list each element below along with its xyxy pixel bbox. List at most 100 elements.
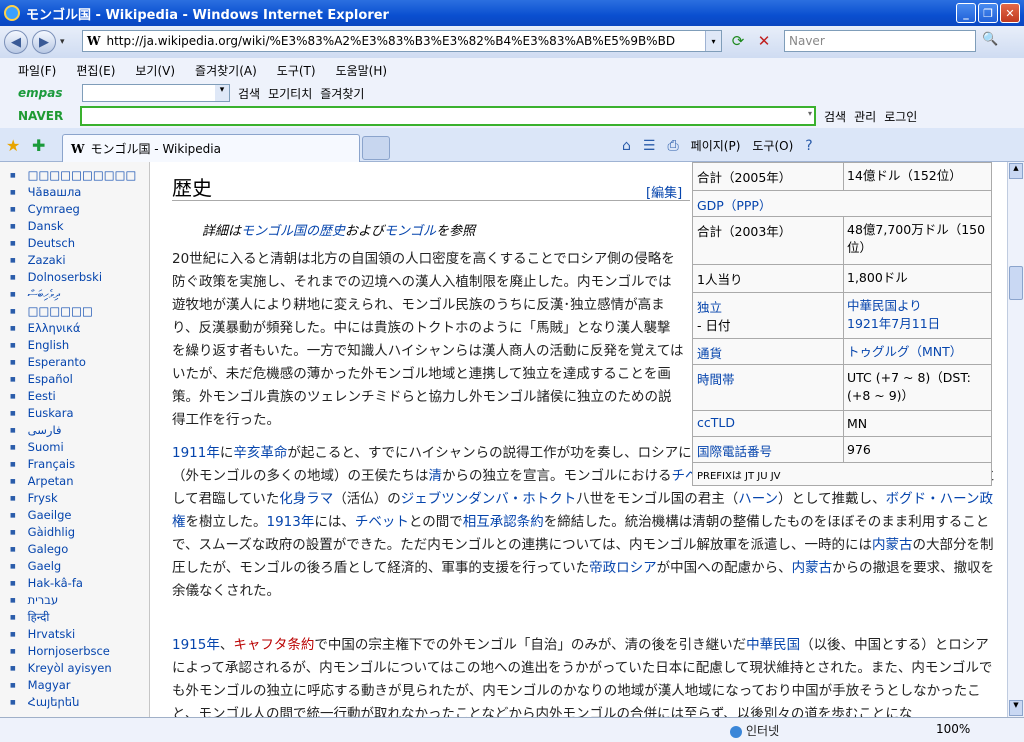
home-icon[interactable]: ⌂ xyxy=(622,138,631,154)
language-link[interactable]: English xyxy=(10,337,149,354)
empas-search-input[interactable] xyxy=(82,84,230,102)
language-link[interactable]: □□□□□□ xyxy=(10,303,149,320)
language-link[interactable]: Gaelg xyxy=(10,558,149,575)
menu-view[interactable]: 보기(V) xyxy=(135,62,175,79)
scroll-thumb[interactable] xyxy=(1009,266,1023,300)
language-link[interactable]: Dansk xyxy=(10,218,149,235)
refresh-icon[interactable]: ⟳ xyxy=(728,32,748,52)
language-link[interactable]: Frysk xyxy=(10,490,149,507)
link-tulku[interactable]: 化身ラマ xyxy=(279,491,333,507)
link-inner-mongolia-2[interactable]: 内蒙古 xyxy=(792,560,833,576)
empas-favorites-button[interactable]: 즐겨찾기 xyxy=(320,85,364,102)
link-jebtsundamba[interactable]: ジェブツンダンバ・ホトクト xyxy=(401,491,577,507)
naver-search-input[interactable] xyxy=(80,106,816,126)
seealso-link-history[interactable]: モンゴル国の歴史 xyxy=(241,224,345,239)
add-favorites-icon[interactable]: ✚ xyxy=(32,136,45,155)
help-icon[interactable]: ? xyxy=(805,138,812,154)
tab-wikipedia[interactable]: W モンゴル国 - Wikipedia xyxy=(62,134,360,162)
forward-button[interactable]: ▶ xyxy=(32,30,56,54)
infobox-key[interactable]: 時間帯 xyxy=(697,369,843,388)
infobox-key[interactable]: 国際電話番号 xyxy=(697,441,843,460)
menu-file[interactable]: 파일(F) xyxy=(18,62,56,79)
language-link[interactable]: Hornjoserbsce xyxy=(10,643,149,660)
infobox-value[interactable]: 1921年7月11日 xyxy=(847,315,989,333)
search-icon[interactable]: 🔍 xyxy=(982,32,1004,50)
language-link[interactable]: Հայերեն xyxy=(10,694,149,711)
menu-tools[interactable]: 도구(T) xyxy=(277,62,316,79)
language-link[interactable]: □□□□□□□□□□ xyxy=(10,167,149,184)
language-link[interactable]: Español xyxy=(10,371,149,388)
link-1913[interactable]: 1913年 xyxy=(267,514,315,530)
link-treaty[interactable]: 相互承認条約 xyxy=(463,514,544,530)
infobox-key[interactable]: ccTLD xyxy=(697,415,843,430)
tools-menu[interactable]: 도구(O) xyxy=(752,137,793,154)
back-button[interactable]: ◀ xyxy=(4,30,28,54)
language-link[interactable]: Français xyxy=(10,456,149,473)
link-inner-mongolia[interactable]: 内蒙古 xyxy=(872,537,913,553)
language-link[interactable]: Чăвашла xyxy=(10,184,149,201)
language-link[interactable]: Esperanto xyxy=(10,354,149,371)
language-link[interactable]: Arpetan xyxy=(10,473,149,490)
link-qing[interactable]: 清 xyxy=(429,468,443,484)
link-xinhai[interactable]: 辛亥革命 xyxy=(233,445,287,461)
zoom-level[interactable]: 100% xyxy=(936,722,970,736)
language-link[interactable]: Dolnoserbski xyxy=(10,269,149,286)
feeds-icon[interactable]: ☰ xyxy=(643,138,656,154)
stop-icon[interactable]: ✕ xyxy=(754,32,774,52)
language-link[interactable]: עברית xyxy=(10,592,149,609)
print-icon[interactable]: ⎙ xyxy=(667,138,678,154)
infobox-value[interactable]: トゥグルグ（MNT） xyxy=(847,343,989,361)
menu-favorites[interactable]: 즐겨찾기(A) xyxy=(195,62,257,79)
link-russian-empire[interactable]: 帝政ロシア xyxy=(589,560,657,576)
close-button[interactable]: ✕ xyxy=(1000,3,1020,23)
minimize-button[interactable]: _ xyxy=(956,3,976,23)
new-tab-button[interactable] xyxy=(362,136,390,160)
naver-manage-button[interactable]: 관리 xyxy=(854,108,876,125)
seealso-link-mongol[interactable]: モンゴル xyxy=(384,224,436,239)
empas-search-button[interactable]: 검색 xyxy=(238,85,260,102)
link-1915[interactable]: 1915年 xyxy=(172,637,220,653)
link-roc[interactable]: 中華民国 xyxy=(746,637,800,653)
maximize-button[interactable]: ❐ xyxy=(978,3,998,23)
menu-edit[interactable]: 편집(E) xyxy=(76,62,115,79)
naver-login-button[interactable]: 로그인 xyxy=(884,108,917,125)
language-link[interactable]: Euskara xyxy=(10,405,149,422)
language-link[interactable]: Gaeilge xyxy=(10,507,149,524)
infobox-key[interactable]: 独立 xyxy=(697,297,843,316)
language-link[interactable]: Zazaki xyxy=(10,252,149,269)
history-dropdown-icon[interactable]: ▾ xyxy=(60,37,65,47)
language-link[interactable]: Hak-kâ-fa xyxy=(10,575,149,592)
language-link[interactable]: Eesti xyxy=(10,388,149,405)
page-menu[interactable]: 페이지(P) xyxy=(691,137,741,154)
address-dropdown-icon[interactable]: ▾ xyxy=(705,31,721,51)
menu-help[interactable]: 도움말(H) xyxy=(336,62,388,79)
language-link[interactable]: Hrvatski xyxy=(10,626,149,643)
link-kyakhta[interactable]: キャフタ条約 xyxy=(233,637,314,653)
language-link[interactable]: हिन्दी xyxy=(10,609,149,626)
infobox-key[interactable]: 通貨 xyxy=(697,343,843,362)
language-link[interactable]: Gàidhlig xyxy=(10,524,149,541)
infobox-value[interactable]: 中華民国より xyxy=(847,297,989,315)
language-link[interactable]: Suomi xyxy=(10,439,149,456)
empas-gather-button[interactable]: 모기티치 xyxy=(268,85,312,102)
language-link[interactable]: Deutsch xyxy=(10,235,149,252)
language-link[interactable]: ދިވެހިބަސް xyxy=(10,286,149,303)
edit-link[interactable]: [編集] xyxy=(646,182,682,201)
language-link[interactable]: Ελληνικά xyxy=(10,320,149,337)
language-link[interactable]: Kreyòl ayisyen xyxy=(10,660,149,677)
language-link[interactable]: Galego xyxy=(10,541,149,558)
language-link[interactable]: فارسی xyxy=(10,422,149,439)
naver-search-button[interactable]: 검색 xyxy=(824,108,846,125)
search-input[interactable]: Naver xyxy=(784,30,976,52)
vertical-scrollbar[interactable]: ▲ ▼ xyxy=(1007,162,1024,717)
language-link[interactable]: Cymraeg xyxy=(10,201,149,218)
link-1911[interactable]: 1911年 xyxy=(172,445,220,461)
language-link[interactable]: Magyar xyxy=(10,677,149,694)
link-khan[interactable]: ハーン xyxy=(738,491,778,507)
link-tibet[interactable]: チベット xyxy=(355,514,409,530)
scroll-up-icon[interactable]: ▲ xyxy=(1009,163,1023,179)
favorites-star-icon[interactable]: ★ xyxy=(6,136,20,155)
infobox-key[interactable]: GDP（PPP） xyxy=(697,195,843,214)
address-bar[interactable]: W http://ja.wikipedia.org/wiki/%E3%83%A2… xyxy=(82,30,722,52)
scroll-down-icon[interactable]: ▼ xyxy=(1009,700,1023,716)
